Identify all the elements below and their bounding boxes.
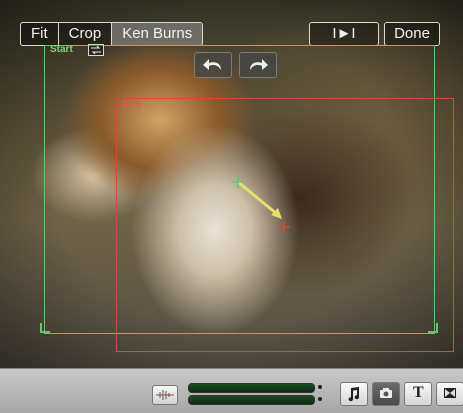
transition-button[interactable] <box>436 382 463 406</box>
audio-meter-left <box>188 383 315 393</box>
music-button[interactable] <box>340 382 368 406</box>
transition-icon <box>444 388 456 398</box>
audio-level-meters <box>188 383 322 405</box>
peak-indicator-right <box>318 397 322 401</box>
motion-arrow <box>232 176 290 233</box>
photo-button[interactable] <box>372 382 400 406</box>
music-note-icon <box>348 387 360 402</box>
peak-indicator-left <box>318 385 322 389</box>
browser-tool-group: T <box>336 382 463 406</box>
bottom-toolbar: T <box>0 368 463 413</box>
waveform-icon <box>156 390 174 400</box>
text-icon: T <box>413 384 424 401</box>
title-button[interactable]: T <box>404 382 432 406</box>
motion-arrow-line <box>237 180 278 216</box>
audio-meter-right <box>188 395 315 405</box>
waveform-button[interactable] <box>152 385 178 405</box>
camera-icon <box>380 388 392 398</box>
